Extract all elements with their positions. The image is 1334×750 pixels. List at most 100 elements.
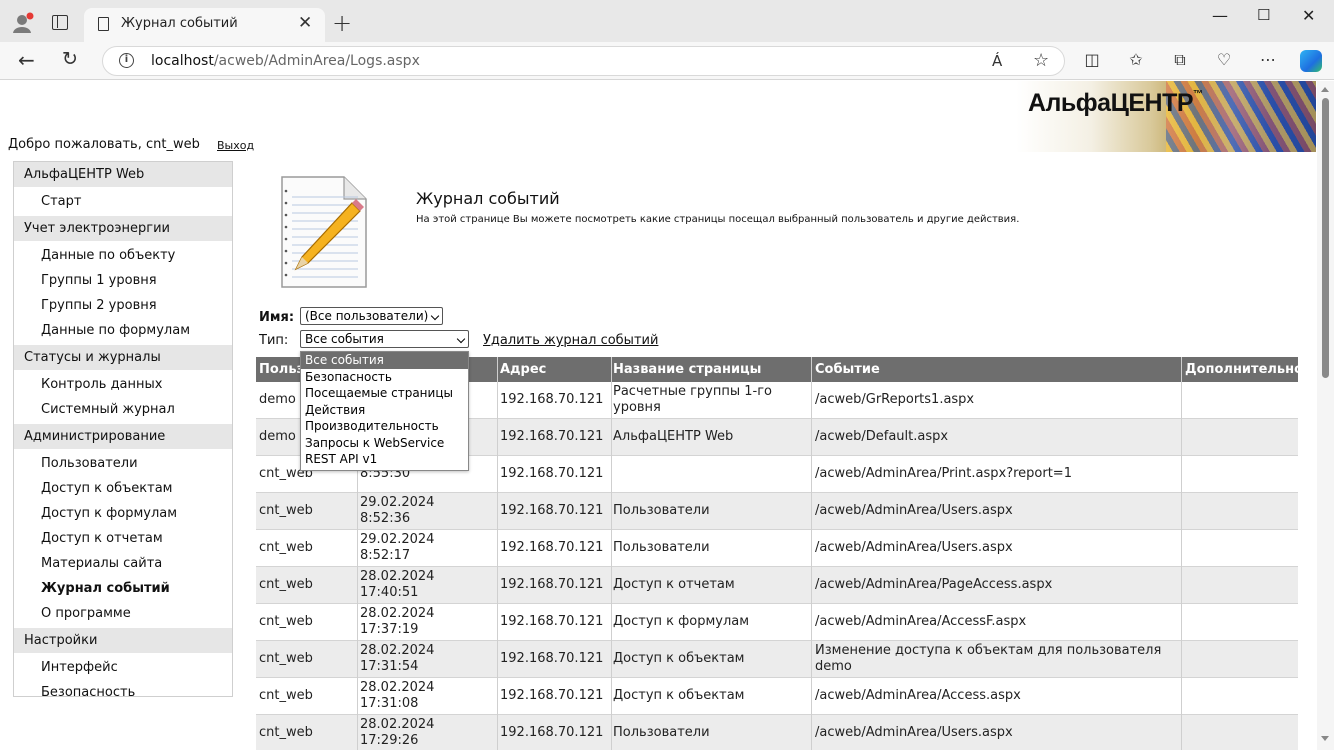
dropdown-option[interactable]: Запросы к WebService [301,435,468,452]
tab-close-icon[interactable]: ✕ [298,13,312,33]
back-icon[interactable]: ← [18,48,35,72]
chevron-down-icon [456,334,466,344]
sidebar-item[interactable]: Доступ к формулам [14,501,232,526]
table-cell: /acweb/AdminArea/Print.aspx?report=1 [815,466,1180,482]
event-type-label: Тип: [259,333,289,348]
cell-line: 17:40:51 [360,585,419,600]
table-row[interactable]: cnt_web 28.02.2024 17:31:08 192.168.70.121 Д… [256,678,1298,715]
cell-line: 28.02.2024 [360,569,435,584]
column-header[interactable]: Название страницы [613,362,811,377]
table-cell: 192.168.70.121 [500,429,604,444]
sidebar-item[interactable]: Группы 2 уровня [14,293,232,318]
browser-essentials-icon[interactable]: ♡ [1214,50,1234,70]
cell-line: Расчетные группы 1-го [613,384,773,399]
cell-line: Изменение доступа к объектам для пользов… [815,643,1162,658]
copilot-icon[interactable] [1300,50,1322,72]
cell-line: 17:31:54 [360,659,419,674]
new-tab-icon[interactable]: + [332,9,352,37]
sidebar-item[interactable]: Журнал событий [14,576,232,601]
read-aloud-icon[interactable]: Á [992,52,1002,70]
scroll-up-icon[interactable] [1321,87,1329,92]
sidebar-item[interactable]: Данные по объекту [14,243,232,268]
table-row[interactable]: cnt_web 28.02.2024 17:31:54 192.168.70.121 Д… [256,641,1298,678]
profile-avatar-icon[interactable] [12,12,34,34]
maximize-icon[interactable]: ☐ [1257,6,1270,24]
scroll-down-icon[interactable] [1321,736,1329,741]
cell-line: 8:52:36 [360,511,411,526]
more-menu-icon[interactable]: ⋯ [1258,50,1278,70]
tab-title: Журнал событий [121,16,238,31]
cell-line: /acweb/AdminArea/Users.aspx [815,503,1013,518]
sidebar-item[interactable]: Контроль данных [14,372,232,397]
column-header[interactable]: Событие [815,362,1180,377]
logout-link[interactable]: Выход [217,139,254,152]
cell-line: Пользователи [613,725,710,740]
favorite-star-icon[interactable]: ☆ [1033,50,1049,71]
sidebar-item[interactable]: Группы 1 уровня [14,268,232,293]
table-cell: 28.02.2024 17:31:08 [360,680,496,712]
sidebar-item[interactable]: Пользователи [14,451,232,476]
dropdown-option[interactable]: Безопасность [301,369,468,386]
table-cell: /acweb/AdminArea/PageAccess.aspx [815,577,1180,593]
table-row[interactable]: cnt_web 28.02.2024 17:40:51 192.168.70.121 Д… [256,567,1298,604]
page-scrollbar[interactable] [1317,81,1334,750]
site-info-icon[interactable]: i [119,53,134,68]
column-header[interactable]: Адрес [500,362,612,377]
cell-line: /acweb/GrReports1.aspx [815,392,975,407]
collections-icon[interactable]: ⧉ [1170,50,1190,70]
event-type-dropdown[interactable]: Все события Безопасность Посещаемые страни… [300,351,469,471]
sidebar-item[interactable]: Данные по формулам [14,318,232,343]
dropdown-option[interactable]: Действия [301,402,468,419]
browser-tab-active[interactable]: Журнал событий ✕ [84,8,325,42]
cell-line: Доступ к объектам [613,651,745,666]
cell-line: 28.02.2024 [360,680,435,695]
window-close-icon[interactable]: ✕ [1302,6,1315,25]
table-cell: 192.168.70.121 [500,577,604,592]
user-select[interactable]: (Все пользователи) [300,307,443,325]
table-cell: Пользователи [613,540,811,556]
table-cell: 28.02.2024 17:37:19 [360,606,496,638]
dropdown-option[interactable]: Все события [301,352,468,369]
column-separator [811,357,812,750]
table-row[interactable]: cnt_web 28.02.2024 17:29:26 192.168.70.121 П… [256,715,1298,750]
table-cell: cnt_web [259,503,313,518]
url-field[interactable]: i localhost/acweb/AdminArea/Logs.aspx Á… [102,46,1065,76]
sidebar-item[interactable]: Интерфейс [14,655,232,680]
favorites-icon[interactable]: ✩ [1126,50,1146,70]
sidebar-item[interactable]: Системный журнал [14,397,232,422]
refresh-icon[interactable]: ↻ [62,48,78,70]
page-description: На этой странице Вы можете посмотреть ка… [416,214,1020,225]
sidebar-group-header: АльфаЦЕНТР Web [14,162,232,187]
table-row[interactable]: cnt_web 28.02.2024 17:37:19 192.168.70.121 Д… [256,604,1298,641]
sidebar-item[interactable]: Старт [14,189,232,214]
welcome-text: Добро пожаловать, cnt_web [8,137,200,152]
cell-line: 28.02.2024 [360,717,435,732]
delete-log-link[interactable]: Удалить журнал событий [483,333,658,348]
table-cell: cnt_web [259,614,313,629]
table-cell: cnt_web [259,577,313,592]
table-row[interactable]: cnt_web 29.02.2024 8:52:36 192.168.70.121 По… [256,493,1298,530]
sidebar-item[interactable]: Безопасность [14,680,232,705]
column-separator [1181,357,1182,750]
dropdown-option[interactable]: Производительность [301,418,468,435]
cell-line: 17:29:26 [360,733,419,748]
table-cell: 192.168.70.121 [500,614,604,629]
tab-actions-icon[interactable] [52,15,68,30]
split-screen-icon[interactable]: ◫ [1082,50,1102,70]
sidebar-item[interactable]: Доступ к объектам [14,476,232,501]
minimize-icon[interactable]: — [1212,6,1228,25]
dropdown-option[interactable]: Посещаемые страницы [301,385,468,402]
table-cell: 28.02.2024 17:40:51 [360,569,496,601]
dropdown-option[interactable]: REST API v1 [301,451,468,468]
event-type-select[interactable]: Все события [300,330,469,348]
table-row[interactable]: cnt_web 29.02.2024 8:52:17 192.168.70.121 По… [256,530,1298,567]
table-cell: Доступ к формулам [613,614,811,630]
sidebar-item[interactable]: Доступ к отчетам [14,526,232,551]
table-cell: 192.168.70.121 [500,466,604,481]
scrollbar-thumb[interactable] [1322,98,1329,378]
column-header[interactable]: Дополнительно [1185,362,1298,377]
sidebar-item[interactable]: О программе [14,601,232,626]
page-icon [98,17,109,31]
sidebar-item[interactable]: Материалы сайта [14,551,232,576]
table-cell: 28.02.2024 17:31:54 [360,643,496,675]
